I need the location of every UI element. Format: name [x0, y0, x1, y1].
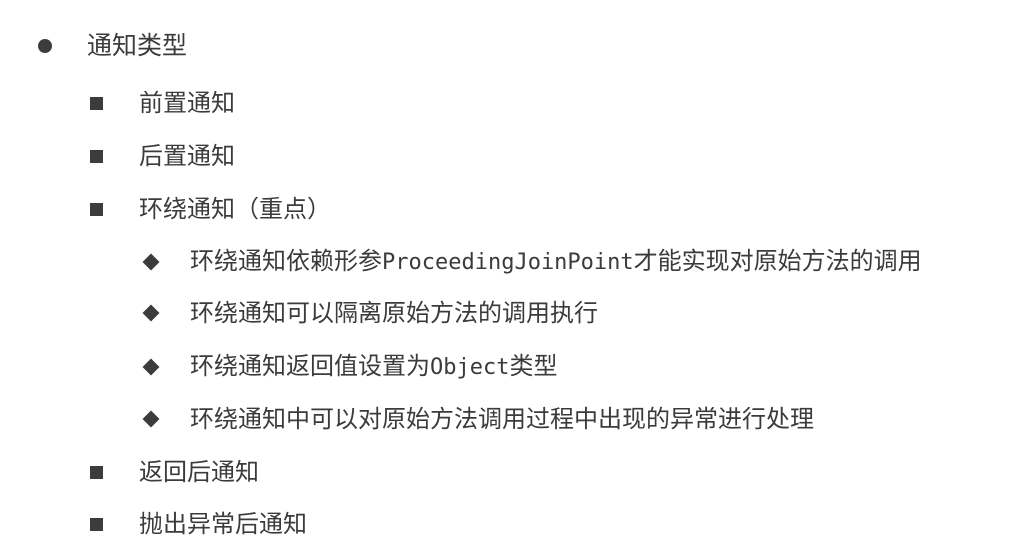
bullet-square-icon	[90, 202, 103, 216]
sub-list-item-text: 环绕通知中可以对原始方法调用过程中出现的异常进行处理	[190, 404, 814, 434]
bullet-diamond-icon	[142, 304, 160, 322]
list-item: 环绕通知（重点）	[90, 194, 331, 224]
list-item-label: 返回后通知	[139, 458, 259, 486]
bullet-dot-icon	[38, 39, 52, 53]
slide-title: 通知类型	[87, 31, 188, 60]
sub-list-item: 环绕通知可以隔离原始方法的调用执行	[142, 298, 598, 328]
text-segment: 环绕通知依赖形参	[190, 247, 382, 275]
list-item-label: 前置通知	[139, 89, 235, 117]
bullet-square-icon	[90, 149, 103, 163]
list-item-label: 环绕通知（重点）	[139, 195, 331, 223]
text-segment: 环绕通知可以隔离原始方法的调用执行	[190, 299, 598, 327]
sub-list-item: 环绕通知返回值设置为Object类型	[142, 351, 557, 383]
code-segment: Object	[430, 355, 510, 380]
sub-list-item: 环绕通知依赖形参ProceedingJoinPoint才能实现对原始方法的调用	[142, 246, 922, 278]
bullet-diamond-icon	[142, 410, 160, 428]
text-segment: 才能实现对原始方法的调用	[633, 247, 922, 275]
list-item: 前置通知	[90, 88, 235, 118]
list-item-label: 后置通知	[139, 142, 235, 170]
sub-list-item-text: 环绕通知返回值设置为Object类型	[190, 351, 557, 383]
text-segment: 环绕通知返回值设置为	[190, 352, 430, 380]
sub-list-item-text: 环绕通知依赖形参ProceedingJoinPoint才能实现对原始方法的调用	[190, 246, 922, 278]
bullet-diamond-icon	[142, 253, 160, 271]
list-item: 抛出异常后通知	[90, 509, 307, 539]
bullet-square-icon	[90, 517, 103, 531]
text-segment: 环绕通知中可以对原始方法调用过程中出现的异常进行处理	[190, 405, 814, 433]
bullet-diamond-icon	[142, 358, 160, 376]
list-item-title: 通知类型	[38, 31, 187, 61]
list-item-label: 抛出异常后通知	[139, 510, 307, 538]
bullet-square-icon	[90, 96, 103, 110]
sub-list-item: 环绕通知中可以对原始方法调用过程中出现的异常进行处理	[142, 404, 814, 434]
bullet-square-icon	[90, 465, 103, 479]
sub-list-item-text: 环绕通知可以隔离原始方法的调用执行	[190, 298, 598, 328]
list-item: 返回后通知	[90, 457, 259, 487]
list-item: 后置通知	[90, 141, 235, 171]
text-segment: 类型	[509, 352, 558, 380]
code-segment: ProceedingJoinPoint	[382, 250, 634, 275]
slide: 通知类型 前置通知 后置通知 环绕通知（重点） 环绕通知依赖形参Proceedi…	[0, 0, 1036, 549]
